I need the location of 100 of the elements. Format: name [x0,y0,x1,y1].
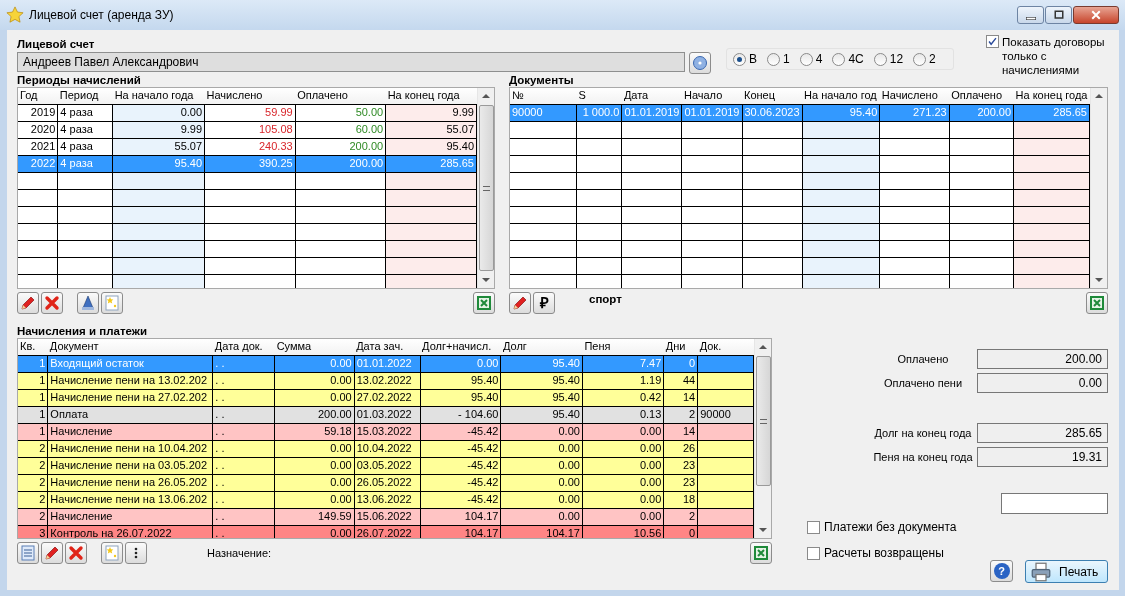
column-header[interactable]: Начало [681,88,742,104]
column-header[interactable]: На конец года [1013,88,1090,104]
scrollbar[interactable] [477,88,494,288]
column-header[interactable]: Оплачено [949,88,1014,104]
checkbox[interactable] [807,520,820,534]
new-button[interactable] [101,292,123,314]
radio-label[interactable]: 12 [889,50,904,68]
column-header[interactable]: Начислено [204,88,296,104]
account-field[interactable]: Андреев Павел Александрович [17,52,685,72]
table-cell: Начисление пени на 13.06.202 [47,491,213,508]
column-header[interactable]: Сумма [274,339,355,355]
column-header[interactable]: Долг+начисл. [420,339,501,355]
column-header[interactable]: Док. [697,339,754,355]
column-header[interactable]: № [510,88,577,104]
radio-label[interactable]: 1 [783,50,790,68]
column-header[interactable]: Кв. [18,339,48,355]
scroll-down-icon[interactable] [759,528,767,532]
radio-button[interactable] [873,52,887,66]
column-header[interactable]: Период [57,88,113,104]
table-cell: 200.00 [295,138,386,155]
grip-icon [482,185,490,191]
scrollbar[interactable] [754,339,771,538]
table-cell: 23 [663,457,698,474]
column-header[interactable]: Документ [47,339,213,355]
radio-button[interactable] [799,52,813,66]
column-header[interactable]: Дата док. [212,339,275,355]
scroll-down-icon[interactable] [1095,278,1103,282]
checkbox-label[interactable]: Показать договоры только с начислениями [1002,35,1108,77]
scroll-up-icon[interactable] [759,345,767,349]
edit-button[interactable] [17,292,39,314]
radio-label[interactable]: 4С [848,50,864,68]
cross-icon [68,545,84,561]
checkbox-label[interactable]: Расчеты возвращены [824,544,944,562]
help-button[interactable]: ? [990,560,1013,582]
table-cell: 95.40 [420,389,501,406]
table-cell: . . [212,372,275,389]
scrollbar[interactable] [1090,88,1107,288]
scroll-up-icon[interactable] [1095,94,1103,98]
radio-label[interactable]: 4 [815,50,823,68]
edit-button[interactable] [41,542,63,564]
scroll-up-icon[interactable] [482,94,490,98]
column-header[interactable]: Дата зач. [354,339,421,355]
delete-button[interactable] [65,542,87,564]
table-cell: . . [212,440,275,457]
close-button[interactable] [1073,6,1119,24]
table-cell: 0.00 [500,440,583,457]
ruble-button[interactable]: ₽ [533,292,555,314]
spreadsheet-icon [1089,295,1105,311]
print-button[interactable]: Печать [1025,560,1108,583]
column-header[interactable]: Год [18,88,58,104]
table-cell: 4 раза [57,121,113,138]
more-button[interactable] [125,542,147,564]
edit-button[interactable] [509,292,531,314]
column-header[interactable]: Пеня [582,339,664,355]
table-cell: 0.00 [274,474,355,491]
scroll-down-icon[interactable] [482,278,490,282]
input-field[interactable] [1001,493,1108,514]
table-cell: -45.42 [420,474,501,491]
scrollbar-thumb[interactable] [755,356,771,486]
column-header[interactable]: Дата [621,88,682,104]
table-cell: 2 [18,508,48,525]
spreadsheet-icon [753,545,769,561]
cross-icon [44,295,60,311]
lookup-button[interactable] [689,52,711,74]
radio-button[interactable] [733,52,746,66]
maximize-button[interactable] [1045,6,1072,24]
export-button[interactable] [473,292,495,314]
table-cell: Начисление пени на 13.02.202 [47,372,213,389]
column-header[interactable]: На начало года [112,88,205,104]
table-cell: 15.06.2022 [354,508,421,525]
table-cell: 149.59 [274,508,355,525]
column-header[interactable]: Оплачено [295,88,386,104]
radio-button[interactable] [767,52,780,66]
delete-button[interactable] [41,292,63,314]
radio-label[interactable]: В [749,50,757,68]
list-button[interactable] [17,542,39,564]
column-header[interactable]: На начало год [802,88,880,104]
column-header[interactable]: Дни [663,339,698,355]
radio-button[interactable] [832,52,846,66]
column-header[interactable]: S [576,88,622,104]
column-header[interactable]: Конец [742,88,803,104]
minimize-button[interactable] [1017,6,1044,24]
checkbox-label[interactable]: Платежи без документа [824,518,957,536]
column-header[interactable]: Начислено [879,88,950,104]
scrollbar-thumb[interactable] [478,105,494,271]
table-cell: 27.02.2022 [354,389,421,406]
checkbox[interactable] [807,546,820,560]
table-cell: Оплата [47,406,213,423]
radio-button[interactable] [913,52,927,66]
radio-label[interactable]: 2 [929,50,936,68]
wizard-button[interactable] [77,292,99,314]
pencil-icon [20,295,36,311]
table-cell: 0.00 [500,491,583,508]
checkbox[interactable] [986,35,999,48]
table-cell: 95.40 [500,372,583,389]
export-button[interactable] [750,542,772,564]
table-cell: Начисление [47,508,213,525]
column-header[interactable]: На конец года [385,88,477,104]
column-header[interactable]: Долг [500,339,583,355]
export-button[interactable] [1086,292,1108,314]
